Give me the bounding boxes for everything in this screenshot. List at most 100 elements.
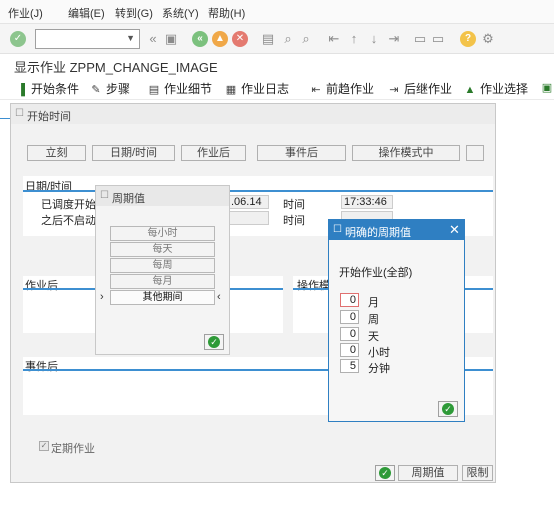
checkmark-icon: ✓ <box>442 403 454 415</box>
steps-button[interactable]: ✎ 步骤 <box>89 80 130 96</box>
chevron-down-icon[interactable]: ▼ <box>126 33 135 43</box>
application-toolbar: ▐ 开始条件 ✎ 步骤 ▤ 作业细节 ▦ 作业日志 ⇤ 前趋作业 ⇥ 后继作业 ▲ 作业选择 … <box>0 76 554 100</box>
predecessor-job-label: 前趋作业 <box>326 82 375 96</box>
explicit-confirm-button[interactable]: ✓ <box>438 401 458 417</box>
cancel-icon[interactable]: ✕ <box>232 31 248 47</box>
exit-icon[interactable]: ▲ <box>212 31 228 47</box>
window-icon: ☐ <box>15 108 24 119</box>
hours-label: 小时 <box>368 347 390 359</box>
new-session-icon[interactable]: ▭ <box>412 31 428 47</box>
job-details-label: 作业细节 <box>164 82 213 96</box>
details-icon: ▤ <box>148 84 160 96</box>
enter-icon[interactable]: ✓ <box>10 31 26 47</box>
periodic-checkbox-label: 定期作业 <box>51 443 95 455</box>
after-job-button[interactable]: 作业后 <box>181 145 246 161</box>
start-condition-label: 开始条件 <box>31 82 80 96</box>
selection-left-indicator: › <box>100 291 104 303</box>
period-values-button[interactable]: 周期值 <box>398 465 458 481</box>
menu-system[interactable]: 系统(Y) <box>162 5 199 21</box>
first-page-icon[interactable]: ⇤ <box>326 31 342 47</box>
weekly-option[interactable]: 每周 <box>110 258 215 273</box>
minutes-label: 分钟 <box>368 363 390 375</box>
explicit-period-subtitle: 开始作业(全部) <box>339 267 413 279</box>
immediate-button[interactable]: 立刻 <box>27 145 86 161</box>
menu-job[interactable]: 作业(J) <box>8 5 43 21</box>
after-event-button[interactable]: 事件后 <box>257 145 346 161</box>
job-details-button[interactable]: ▤ 作业细节 <box>147 80 212 96</box>
time-label-2: 时间 <box>283 215 305 227</box>
menu-bar: 作业(J) 编辑(E) 转到(G) 系统(Y) 帮助(H) <box>0 0 554 24</box>
help-icon[interactable]: ? <box>460 31 476 47</box>
no-start-date-field[interactable] <box>228 211 269 225</box>
no-start-after-label: 之后不启动 <box>41 215 96 227</box>
next-page-icon[interactable]: ↓ <box>366 31 382 47</box>
title-bar: 显示作业 ZPPM_CHANGE_IMAGE <box>0 54 554 76</box>
job-log-button[interactable]: ▦ 作业日志 <box>224 80 289 96</box>
explicit-period-dialog-header: ☐ 明确的周期值 ✕ <box>329 220 464 240</box>
mountain-icon: ▲ <box>464 84 476 96</box>
weeks-label: 周 <box>368 314 379 326</box>
scheduled-time-field[interactable]: 17:33:46 <box>341 195 393 209</box>
close-icon[interactable]: ✕ <box>449 222 460 238</box>
window-icon: ☐ <box>100 190 109 201</box>
back-icon[interactable]: « <box>192 31 208 47</box>
successor-job-label: 后继作业 <box>404 82 453 96</box>
steps-icon: ✎ <box>91 84 101 96</box>
period-confirm-button[interactable]: ✓ <box>204 334 224 350</box>
job-selection-button[interactable]: ▲ 作业选择 <box>463 80 528 96</box>
more-button[interactable]: ▣ <box>540 80 554 96</box>
other-period-option[interactable]: 其他期间 <box>110 290 215 305</box>
menu-edit[interactable]: 编辑(E) <box>68 5 105 21</box>
datetime-divider <box>23 190 493 192</box>
days-field[interactable]: 0 <box>340 327 359 341</box>
checkmark-icon: ✓ <box>379 467 391 479</box>
page-title: 显示作业 ZPPM_CHANGE_IMAGE <box>14 60 218 75</box>
months-field[interactable]: 0 <box>340 293 359 307</box>
explicit-period-dialog-title: 明确的周期值 <box>345 227 411 239</box>
time-label-1: 时间 <box>283 199 305 211</box>
scheduled-date-field[interactable]: .06.14 <box>228 195 269 209</box>
command-field[interactable]: ▼ <box>35 29 140 49</box>
after-event-group-title: 事件后 <box>25 361 58 373</box>
save-icon[interactable]: ▣ <box>163 31 179 47</box>
minutes-field[interactable]: 5 <box>340 359 359 373</box>
confirm-button[interactable]: ✓ <box>375 465 395 481</box>
previous-page-icon[interactable]: ↑ <box>346 31 362 47</box>
rewind-icon[interactable]: « <box>145 31 161 47</box>
op-mode-button[interactable]: 操作模式中 <box>352 145 460 161</box>
hourly-option[interactable]: 每小时 <box>110 226 215 241</box>
settings-gear-icon[interactable]: ⚙ <box>480 31 496 47</box>
start-time-dialog-title: 开始时间 <box>27 111 71 123</box>
date-time-button[interactable]: 日期/时间 <box>92 145 175 161</box>
more-icon: ▣ <box>541 82 553 94</box>
print-icon[interactable]: ▤ <box>260 31 276 47</box>
find-icon[interactable]: ⌕ <box>280 31 296 47</box>
steps-label: 步骤 <box>106 82 131 96</box>
predecessor-job-button[interactable]: ⇤ 前趋作业 <box>309 80 374 96</box>
job-selection-label: 作业选择 <box>480 82 529 96</box>
standard-toolbar: ✓ ▼ « ▣ « ▲ ✕ ▤ ⌕ ⌕ ⇤ ↑ ↓ ⇥ ▭ ▭ ? ⚙ <box>0 24 554 54</box>
monthly-option[interactable]: 每月 <box>110 274 215 289</box>
hours-field[interactable]: 0 <box>340 343 359 357</box>
start-condition-button[interactable]: ▐ 开始条件 <box>14 80 79 96</box>
period-values-dialog-header: ☐ 周期值 <box>96 186 229 206</box>
scheduled-start-label: 已调度开始 <box>41 199 96 211</box>
find-next-icon[interactable]: ⌕ <box>298 31 314 47</box>
months-label: 月 <box>368 297 379 309</box>
checkmark-icon: ✓ <box>208 336 220 348</box>
menu-help[interactable]: 帮助(H) <box>208 5 245 21</box>
after-job-group-title: 作业后 <box>25 280 58 292</box>
menu-goto[interactable]: 转到(G) <box>115 5 153 21</box>
successor-job-button[interactable]: ⇥ 后继作业 <box>387 80 452 96</box>
daily-option[interactable]: 每天 <box>110 242 215 257</box>
flag-icon: ▐ <box>17 84 25 96</box>
periodic-checkbox[interactable]: ✓ <box>39 441 49 451</box>
more-start-button[interactable] <box>466 145 484 161</box>
restrictions-button[interactable]: 限制 <box>462 465 493 481</box>
shortcut-icon[interactable]: ▭ <box>430 31 446 47</box>
background-divider <box>0 118 10 119</box>
log-icon: ▦ <box>225 84 237 96</box>
last-page-icon[interactable]: ⇥ <box>386 31 402 47</box>
weeks-field[interactable]: 0 <box>340 310 359 324</box>
start-time-dialog-header: ☐ 开始时间 <box>11 104 495 124</box>
